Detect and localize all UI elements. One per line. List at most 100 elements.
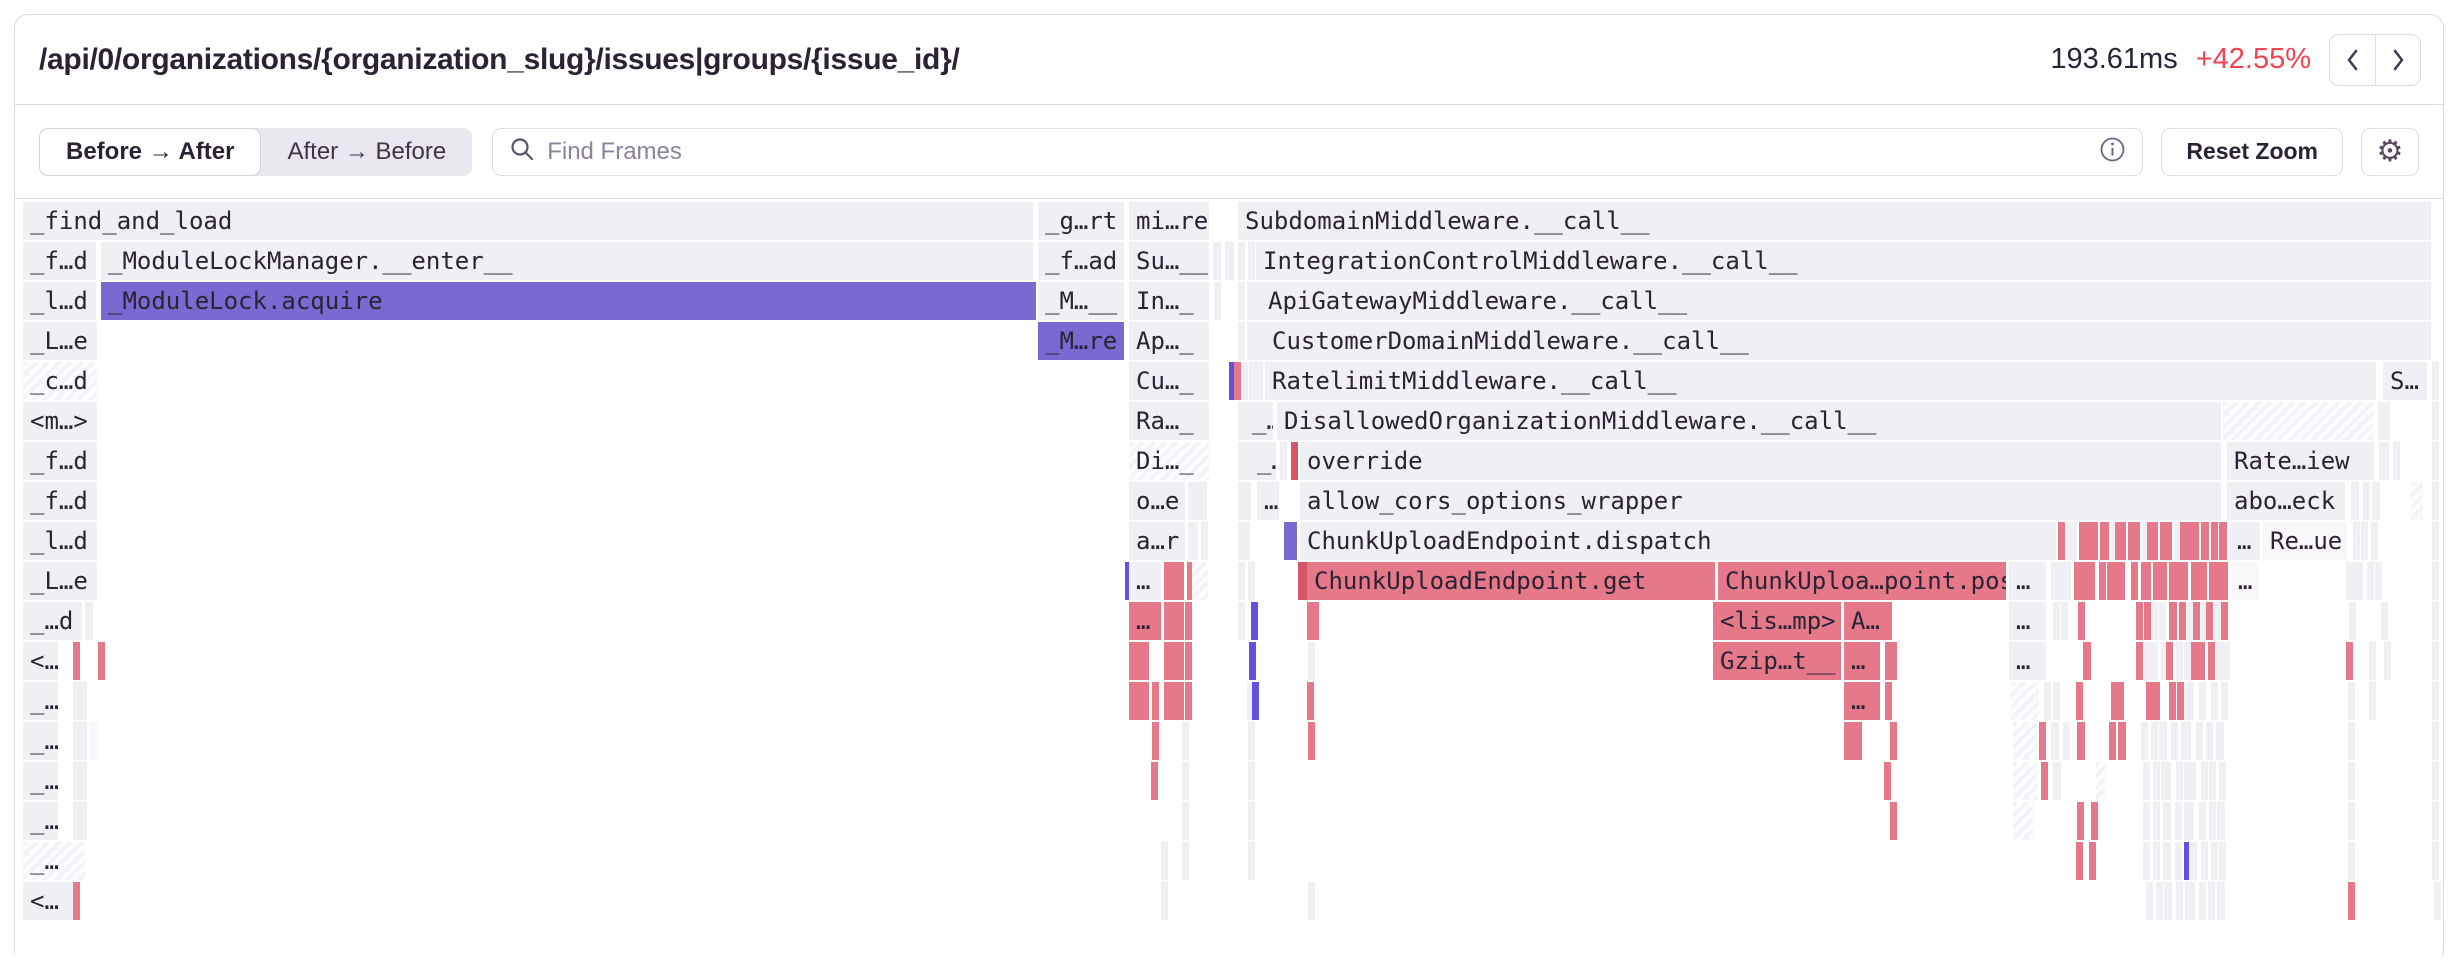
flame-frame[interactable]: Ap…_ [1129, 322, 1209, 360]
endpoint-path[interactable]: /api/0/organizations/{organization_slug}… [39, 43, 2050, 77]
flame-frame[interactable]: _… [23, 762, 58, 800]
flame-frame[interactable] [2144, 642, 2151, 680]
flame-frame[interactable]: Su…__ [1129, 242, 1209, 280]
flame-frame[interactable] [2348, 762, 2355, 800]
flame-frame[interactable] [2078, 602, 2085, 640]
flame-frame[interactable]: _l…d [23, 522, 97, 560]
flame-frame[interactable] [2346, 562, 2353, 600]
flame-frame[interactable] [2375, 562, 2382, 600]
flame-frame[interactable] [2153, 682, 2160, 720]
flame-frame[interactable]: Cu…_ [1129, 362, 1209, 400]
flame-frame[interactable]: _…d [23, 602, 82, 640]
flame-frame[interactable]: _… [23, 842, 85, 880]
flame-frame[interactable]: … [1844, 642, 1880, 680]
flame-frame[interactable] [98, 642, 105, 680]
flame-frame[interactable] [2151, 642, 2158, 680]
flame-frame[interactable] [2077, 722, 2085, 760]
flame-frame[interactable]: S… [2383, 362, 2427, 400]
flame-frame[interactable]: ApiGatewayMiddleware.__call__ [1261, 282, 2431, 320]
flame-frame[interactable] [2163, 842, 2171, 880]
flame-frame[interactable] [2393, 442, 2400, 480]
flame-frame[interactable] [2076, 682, 2083, 720]
flame-frame[interactable] [1249, 362, 1256, 400]
flame-frame[interactable] [1152, 682, 1159, 720]
flame-frame[interactable] [2013, 802, 2033, 840]
flame-frame[interactable] [2432, 482, 2439, 520]
flame-frame[interactable] [2039, 722, 2046, 760]
flame-frame[interactable]: _… [23, 802, 58, 840]
previous-button[interactable] [2330, 35, 2375, 85]
flame-frame[interactable] [1249, 642, 1256, 680]
flame-frame[interactable] [2113, 562, 2125, 600]
flame-frame[interactable]: _L…e [23, 322, 97, 360]
flame-frame[interactable] [73, 802, 87, 840]
flame-frame[interactable] [2143, 842, 2150, 880]
flame-frame[interactable] [2143, 802, 2150, 840]
flame-frame[interactable] [2181, 722, 2191, 760]
flame-frame[interactable] [1164, 602, 1184, 640]
flame-frame[interactable] [2184, 642, 2191, 680]
flame-frame[interactable] [2216, 722, 2224, 760]
flame-frame[interactable] [2180, 562, 2188, 600]
flame-frame[interactable] [2201, 522, 2209, 560]
flame-frame[interactable]: override [1300, 442, 2221, 480]
flame-frame[interactable] [1182, 762, 1189, 800]
flame-frame[interactable] [2217, 882, 2225, 920]
flame-frame[interactable]: … [1129, 562, 1161, 600]
flame-frame[interactable] [2432, 362, 2439, 400]
flame-frame[interactable] [2118, 722, 2126, 760]
flame-frame[interactable] [2013, 762, 2037, 800]
flame-frame[interactable] [1244, 482, 1251, 520]
flame-frame[interactable] [2432, 762, 2439, 800]
flame-frame[interactable] [1185, 642, 1192, 680]
flame-frame[interactable] [2432, 802, 2439, 840]
flame-frame[interactable] [1161, 882, 1168, 920]
flame-frame[interactable] [1188, 482, 1207, 520]
flame-frame[interactable] [73, 642, 80, 680]
flame-frame[interactable] [2432, 402, 2439, 440]
flame-frame[interactable]: Re…ue [2263, 522, 2347, 560]
flame-frame[interactable] [2041, 762, 2048, 800]
flame-frame[interactable] [2217, 802, 2225, 840]
flame-frame[interactable] [2064, 562, 2071, 600]
flame-frame[interactable] [1164, 562, 1184, 600]
flame-frame[interactable] [2175, 802, 2182, 840]
flame-frame[interactable] [2151, 602, 2158, 640]
flame-frame[interactable] [1234, 362, 1241, 400]
flame-frame[interactable] [2153, 762, 2160, 800]
flame-frame[interactable] [2146, 882, 2153, 920]
flame-frame[interactable] [1884, 762, 1891, 800]
flame-frame[interactable] [2177, 682, 2184, 720]
flame-frame[interactable] [2348, 842, 2355, 880]
flame-frame[interactable] [2159, 602, 2166, 640]
flame-frame[interactable]: _ModuleLockManager.__enter__ [101, 242, 1033, 280]
flame-frame[interactable] [2432, 602, 2439, 640]
flame-frame[interactable] [2199, 802, 2206, 840]
flame-frame[interactable] [2432, 682, 2439, 720]
flame-frame[interactable] [1844, 722, 1862, 760]
flame-frame[interactable] [1201, 522, 1208, 560]
flame-frame[interactable] [1213, 242, 1221, 280]
toggle-after-before[interactable]: After → Before [261, 128, 472, 176]
flame-frame[interactable] [1238, 602, 1245, 640]
flame-frame[interactable] [2208, 642, 2215, 680]
flame-frame[interactable] [1256, 362, 1263, 400]
flame-frame[interactable]: RatelimitMiddleware.__call__ [1265, 362, 2376, 400]
flame-frame[interactable] [2349, 602, 2356, 640]
flame-frame[interactable]: _ModuleLock.acquire [101, 282, 1036, 320]
flame-frame[interactable] [1890, 802, 1897, 840]
flame-frame[interactable] [1890, 642, 1897, 680]
flame-frame[interactable] [2074, 562, 2081, 600]
flame-frame[interactable] [2209, 762, 2216, 800]
flame-frame[interactable] [2361, 522, 2368, 560]
flame-frame[interactable] [2053, 762, 2061, 800]
flame-frame[interactable] [1214, 282, 1221, 320]
flame-frame[interactable]: … [1129, 602, 1161, 640]
flame-frame[interactable] [2193, 602, 2200, 640]
flame-frame[interactable] [2176, 882, 2183, 920]
flame-frame[interactable] [2372, 482, 2380, 520]
flame-frame[interactable] [2363, 482, 2370, 520]
next-button[interactable] [2375, 35, 2420, 85]
flame-frame[interactable] [2353, 522, 2360, 560]
flame-frame[interactable]: _c…d [23, 362, 97, 400]
